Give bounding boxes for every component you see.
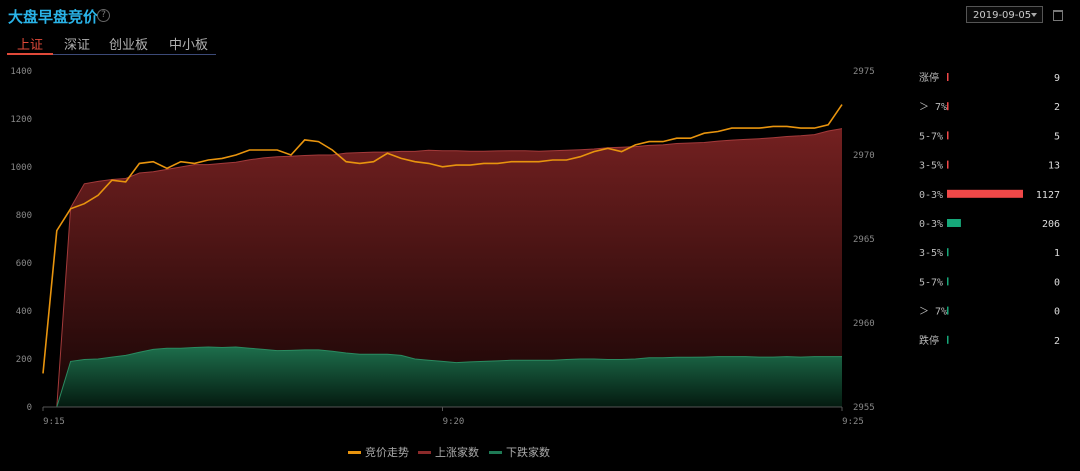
stats-panel: 涨停 9 ＞ 7% 2 5-7% 5 3-5% 13 0-3% 1127 0-3% 206 3-5% 1 5… (919, 71, 1060, 347)
y-left-tick-label: 1000 (10, 163, 32, 173)
stat-value: 0 (1054, 307, 1060, 318)
stat-value: 9 (1054, 73, 1060, 84)
y-left-tick-label: 200 (16, 355, 32, 365)
stat-label: ＞ 7% (919, 102, 947, 113)
stat-label: 3-5% (919, 161, 943, 172)
stat-bar (947, 306, 949, 315)
stat-value: 1 (1054, 248, 1060, 259)
chart-legend: 竞价走势 上涨家数 下跌家数 (348, 445, 550, 459)
y-left-tick-label: 1200 (10, 115, 32, 125)
legend-swatch (418, 451, 431, 454)
stat-label: 3-5% (919, 248, 943, 259)
x-tick-label: 9:15 (43, 417, 65, 427)
y-left-tick-label: 400 (16, 307, 32, 317)
stat-bar (947, 73, 949, 81)
stat-value: 1127 (1036, 190, 1060, 201)
stat-value: 2 (1054, 336, 1060, 347)
y-right-tick-label: 2955 (853, 403, 875, 413)
legend-swatch (489, 451, 502, 454)
stat-label: 5-7% (919, 277, 943, 288)
y-right-tick-label: 2970 (853, 151, 875, 161)
legend-swatch (348, 451, 361, 454)
stat-bar (947, 189, 1023, 198)
x-tick-label: 9:20 (443, 417, 465, 427)
stat-label: 0-3% (919, 219, 943, 230)
stat-bar (947, 219, 961, 227)
stat-label: 0-3% (919, 190, 943, 201)
y-right-tick-label: 2960 (853, 319, 875, 329)
stat-bar (947, 131, 949, 140)
x-tick-label: 9:25 (842, 417, 864, 427)
stat-label: 跌停 (919, 334, 939, 347)
y-left-tick-label: 1400 (10, 67, 32, 77)
stat-bar (947, 335, 949, 344)
y-left-tick-label: 600 (16, 259, 32, 269)
stat-bar (947, 277, 949, 286)
stat-value: 13 (1048, 161, 1060, 172)
stat-bar (947, 102, 949, 111)
stat-label: 5-7% (919, 131, 943, 142)
stat-label: 涨停 (919, 71, 939, 84)
stat-bar (947, 248, 949, 257)
stat-label: ＞ 7% (919, 307, 947, 318)
y-left-tick-label: 0 (27, 403, 32, 413)
legend-label: 下跌家数 (506, 445, 550, 459)
y-right-tick-label: 2965 (853, 235, 875, 245)
stat-value: 2 (1054, 102, 1060, 113)
legend-label: 竞价走势 (365, 445, 409, 459)
stat-value: 5 (1054, 131, 1060, 142)
auction-chart: 0200400600800100012001400295529602965297… (10, 67, 1060, 459)
stat-bar (947, 160, 949, 169)
y-left-tick-label: 800 (16, 211, 32, 221)
legend-label: 上涨家数 (435, 445, 479, 459)
y-right-tick-label: 2975 (853, 67, 875, 77)
stat-value: 206 (1042, 219, 1060, 230)
stat-value: 0 (1054, 277, 1060, 288)
